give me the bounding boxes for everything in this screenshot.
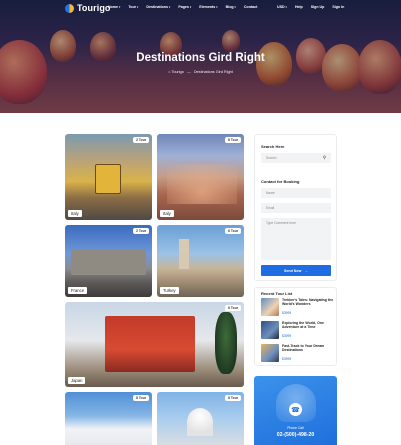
comment-field[interactable]: Type Comment here	[261, 218, 331, 260]
contact-heading: Contact for Booking	[261, 179, 300, 184]
menu-item-home[interactable]: Home	[108, 5, 120, 9]
breadcrumb-home-link[interactable]: Tourigo	[171, 70, 183, 74]
recent-tour-panel: Recent Tour List Trekker's Tales: Naviga…	[254, 287, 337, 366]
logo-icon	[65, 3, 74, 13]
taj-mahal-image	[187, 408, 213, 436]
destination-card[interactable]: 6 Tour Turkey	[157, 225, 244, 297]
help-link[interactable]: Help	[295, 5, 303, 9]
tour-count-badge: 6 Tour	[225, 228, 241, 234]
menu-item-tour[interactable]: Tour	[128, 5, 138, 9]
tram-image	[95, 164, 121, 194]
currency-select[interactable]: USD	[277, 5, 287, 9]
name-field[interactable]: Name	[261, 188, 331, 198]
tour-count-badge: 8 Tour	[225, 395, 241, 401]
country-label: France	[68, 287, 88, 294]
tower-image	[179, 239, 189, 269]
tour-count-badge: 2 Tour	[133, 137, 149, 143]
breadcrumb: ⌂ Tourigo — Destinations Gird Right	[0, 70, 401, 74]
recent-tour-title[interactable]: Exploring the World, One Adventure at a …	[282, 321, 334, 330]
recent-tour-title[interactable]: Trekker's Tales: Navigating the World's …	[282, 298, 334, 307]
country-label: Turkey	[160, 287, 179, 294]
country-label: Italy	[160, 210, 174, 217]
menu-item-blog[interactable]: Blog	[226, 5, 236, 9]
menu-item-pages[interactable]: Pages	[178, 5, 191, 9]
brand-logo[interactable]: Tourigo	[65, 3, 111, 13]
brand-name: Tourigo	[77, 3, 111, 13]
recent-tour-price: $3999	[282, 334, 292, 338]
recent-tour-title[interactable]: Fast-Track to Your Dream Destinations	[282, 344, 334, 353]
sign-in-link[interactable]: Sign In	[332, 5, 344, 9]
country-label: Japan	[68, 377, 86, 384]
recent-tour-item[interactable]: Trekker's Tales: Navigating the World's …	[261, 298, 333, 316]
page-title: Destinations Gird Right	[136, 52, 265, 64]
recent-tour-thumbnail	[261, 298, 279, 316]
menu-item-contact[interactable]: Contact	[244, 5, 257, 9]
tour-count-badge: 8 Tour	[225, 137, 241, 143]
email-field[interactable]: Email	[261, 203, 331, 213]
phone-icon[interactable]: ☎	[289, 403, 302, 416]
search-heading: Search Here	[261, 144, 285, 149]
breadcrumb-current: Destinations Gird Right	[193, 70, 233, 74]
breadcrumb-separator-icon: —	[186, 70, 191, 74]
temple-image	[105, 316, 195, 372]
country-label: Italy	[68, 210, 82, 217]
tree-image	[215, 312, 237, 374]
search-contact-panel: Search Here Search ⚲ Contact for Booking…	[254, 134, 337, 281]
recent-tour-thumbnail	[261, 321, 279, 339]
top-navigation: Tourigo Home Tour Destinations Pages Ele…	[0, 0, 401, 16]
menu-item-destinations[interactable]: Destinations	[146, 5, 170, 9]
name-placeholder: Name	[266, 191, 275, 195]
destination-card[interactable]: 8 Tour Italy	[157, 134, 244, 220]
tour-count-badge: 2 Tour	[133, 228, 149, 234]
menu-item-elements[interactable]: Elements	[199, 5, 217, 9]
main-menu: Home Tour Destinations Pages Elements Bl…	[108, 5, 257, 9]
tour-count-badge: 8 Tour	[133, 395, 149, 401]
arrow-right-icon: →	[304, 268, 308, 273]
send-now-button[interactable]: Send Now →	[261, 265, 331, 276]
village-image	[167, 164, 237, 204]
search-input[interactable]: Search ⚲	[261, 153, 331, 163]
utility-nav: USD Help Sign Up Sign In	[277, 5, 344, 9]
sign-up-link[interactable]: Sign Up	[311, 5, 325, 9]
call-label: Phone Call	[287, 426, 304, 430]
destination-card[interactable]: 2 Tour France	[65, 225, 152, 297]
recent-tour-price: $3999	[282, 357, 292, 361]
recent-tour-price: $3999	[282, 311, 292, 315]
email-placeholder: Email	[266, 206, 275, 210]
hero-banner: Tourigo Home Tour Destinations Pages Ele…	[0, 0, 401, 113]
recent-tour-item[interactable]: Exploring the World, One Adventure at a …	[261, 321, 333, 339]
recent-tour-thumbnail	[261, 344, 279, 362]
recent-tour-item[interactable]: Fast-Track to Your Dream Destinations $3…	[261, 344, 333, 362]
destination-card[interactable]: 2 Tour Italy	[65, 134, 152, 220]
destination-card[interactable]: 6 Tour Japan	[65, 302, 244, 387]
phone-number[interactable]: 02-(500)-498-20	[254, 432, 337, 438]
destination-card[interactable]: 8 Tour	[157, 392, 244, 445]
send-now-label: Send Now	[284, 268, 302, 273]
tour-count-badge: 6 Tour	[225, 305, 241, 311]
louvre-image	[71, 249, 146, 275]
destination-card[interactable]: 8 Tour	[65, 392, 152, 445]
phone-call-banner: ☎ Phone Call 02-(500)-498-20	[254, 376, 337, 445]
search-icon[interactable]: ⚲	[323, 155, 326, 161]
comment-placeholder: Type Comment here	[266, 221, 296, 225]
search-placeholder: Search	[266, 156, 277, 160]
recent-heading: Recent Tour List	[261, 291, 293, 296]
